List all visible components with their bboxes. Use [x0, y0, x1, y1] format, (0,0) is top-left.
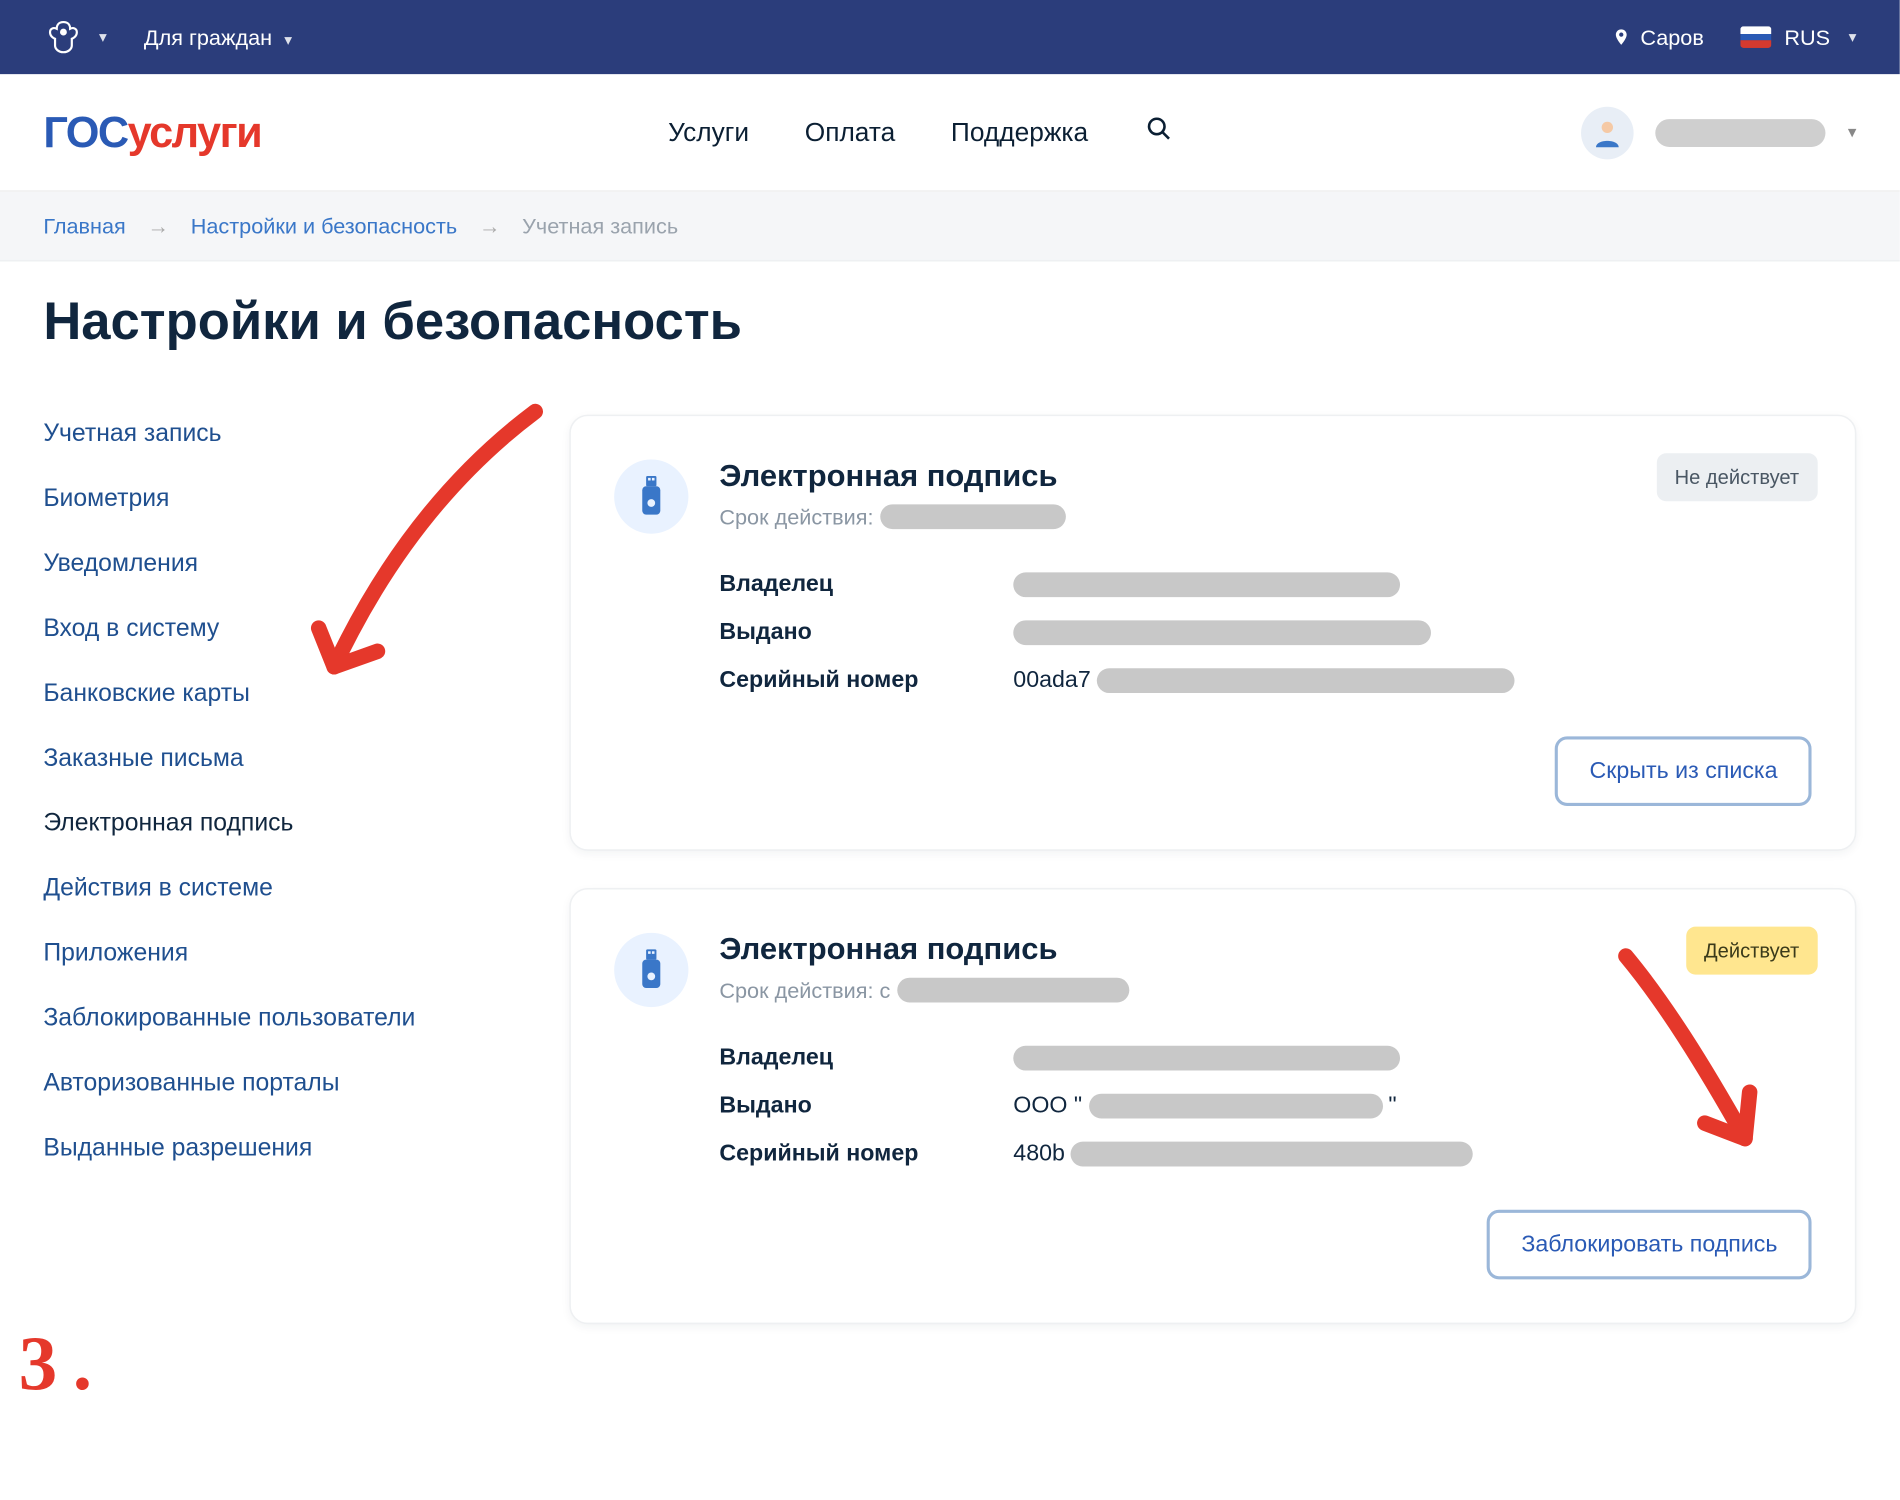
search-button[interactable]: [1144, 113, 1175, 152]
avatar: [1582, 106, 1635, 159]
block-signature-button[interactable]: Заблокировать подпись: [1487, 1210, 1811, 1280]
crumb-sep: →: [479, 213, 501, 238]
issued-label: Выдано: [719, 1092, 997, 1118]
sidebar-item-notifications[interactable]: Уведомления: [43, 551, 507, 579]
redacted: [1013, 1045, 1400, 1070]
sidebar-item-portals[interactable]: Авторизованные порталы: [43, 1071, 507, 1099]
page-title: Настройки и безопасность: [0, 261, 1900, 352]
user-name-redacted: [1656, 118, 1826, 146]
crumb-settings[interactable]: Настройки и безопасность: [191, 213, 457, 238]
logo-part2: услуги: [128, 108, 262, 156]
nav-services[interactable]: Услуги: [668, 117, 749, 148]
search-icon: [1144, 113, 1175, 144]
crumb-sep: →: [147, 213, 169, 238]
main-content: Не действует Электронная подпись Срок де…: [569, 415, 1856, 1325]
eagle-emblem-icon: [43, 17, 83, 57]
annotation-step-number: 3.: [19, 1318, 92, 1408]
status-badge: Действует: [1685, 927, 1817, 975]
nav-support[interactable]: Поддержка: [951, 117, 1088, 148]
user-icon: [1591, 115, 1625, 149]
audience-label: Для граждан: [144, 25, 272, 50]
redacted: [897, 978, 1129, 1003]
serial-prefix: 00ada7: [1013, 667, 1090, 693]
crumb-home[interactable]: Главная: [43, 213, 125, 238]
user-menu[interactable]: ▾: [1582, 106, 1857, 159]
usb-token-icon: [614, 459, 688, 533]
redacted: [1013, 572, 1400, 597]
owner-label: Владелец: [719, 571, 997, 597]
breadcrumb: Главная → Настройки и безопасность → Уче…: [0, 192, 1900, 260]
chevron-down-icon: ▾: [99, 29, 107, 46]
sidebar-item-biometry[interactable]: Биометрия: [43, 486, 507, 514]
language-code: RUS: [1784, 25, 1830, 50]
redacted: [1097, 668, 1515, 693]
settings-sidebar: Учетная запись Биометрия Уведомления Вхо…: [43, 415, 507, 1164]
redacted: [1013, 620, 1431, 645]
redacted: [1071, 1141, 1473, 1166]
serial-label: Серийный номер: [719, 1140, 997, 1166]
location-switch[interactable]: Саров: [1612, 25, 1703, 50]
crumb-current: Учетная запись: [522, 213, 678, 238]
chevron-down-icon: ▾: [1848, 122, 1857, 142]
usb-token-icon: [614, 933, 688, 1007]
sidebar-item-cards[interactable]: Банковские карты: [43, 681, 507, 709]
nav-payment[interactable]: Оплата: [805, 117, 895, 148]
sidebar-item-actions[interactable]: Действия в системе: [43, 876, 507, 904]
redacted: [880, 504, 1066, 529]
emblem-dropdown[interactable]: ▾: [43, 17, 106, 57]
redacted: [1088, 1093, 1382, 1118]
serial-label: Серийный номер: [719, 667, 997, 693]
sidebar-item-blocked[interactable]: Заблокированные пользователи: [43, 1006, 507, 1034]
sidebar-item-login[interactable]: Вход в систему: [43, 616, 507, 644]
hide-from-list-button[interactable]: Скрыть из списка: [1555, 736, 1811, 806]
location-pin-icon: [1612, 28, 1631, 47]
esignature-card: Действует Электронная подпись Срок дейст…: [569, 888, 1856, 1324]
status-badge: Не действует: [1656, 453, 1818, 501]
gov-topbar: ▾ Для граждан ▾ Саров RUS ▾: [0, 0, 1900, 74]
issued-label: Выдано: [719, 619, 997, 645]
esignature-card: Не действует Электронная подпись Срок де…: [569, 415, 1856, 851]
card-title: Электронная подпись: [719, 933, 1128, 969]
card-validity: Срок действия:: [719, 504, 1065, 529]
logo-part1: ГОС: [43, 108, 127, 156]
owner-label: Владелец: [719, 1044, 997, 1070]
language-switch[interactable]: RUS ▾: [1741, 25, 1856, 50]
chevron-down-icon: ▾: [284, 32, 292, 49]
sidebar-item-permissions[interactable]: Выданные разрешения: [43, 1135, 507, 1163]
audience-switch[interactable]: Для граждан ▾: [144, 25, 292, 50]
site-header: ГОСуслуги Услуги Оплата Поддержка ▾: [0, 74, 1900, 192]
card-validity: Срок действия: с: [719, 978, 1128, 1003]
issued-prefix: ООО ": [1013, 1092, 1082, 1118]
chevron-down-icon: ▾: [1849, 29, 1857, 46]
sidebar-item-apps[interactable]: Приложения: [43, 941, 507, 969]
sidebar-item-esignature[interactable]: Электронная подпись: [43, 811, 507, 839]
gosuslugi-logo[interactable]: ГОСуслуги: [43, 108, 261, 158]
sidebar-item-letters[interactable]: Заказные письма: [43, 746, 507, 774]
main-nav: Услуги Оплата Поддержка: [668, 113, 1175, 152]
flag-ru-icon: [1741, 26, 1772, 48]
sidebar-item-account[interactable]: Учетная запись: [43, 421, 507, 449]
card-title: Электронная подпись: [719, 459, 1065, 495]
serial-prefix: 480b: [1013, 1140, 1065, 1166]
location-city: Саров: [1640, 25, 1704, 50]
